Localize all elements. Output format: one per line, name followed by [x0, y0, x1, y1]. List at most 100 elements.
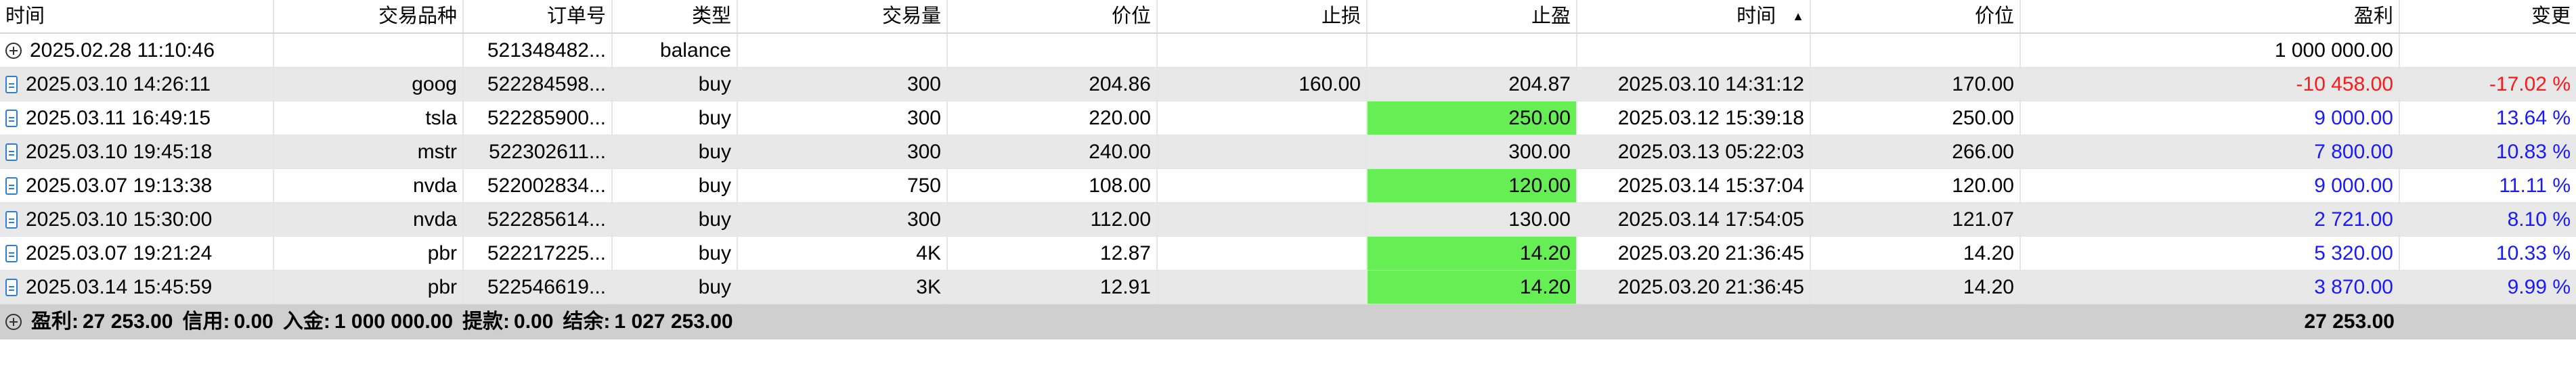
header-close-price[interactable]: 价位 — [1811, 0, 2021, 32]
profit: 9 000.00 — [2021, 101, 2400, 135]
balance-type: balance — [613, 34, 738, 67]
close-time: 2025.03.10 14:31:12 — [1577, 68, 1811, 101]
header-time[interactable]: 时间 — [0, 0, 274, 32]
profit: 7 800.00 — [2021, 135, 2400, 168]
close-time: 2025.03.20 21:36:45 — [1577, 237, 1811, 270]
volume: 3K — [738, 271, 948, 304]
time-cell: 2025.03.10 15:30:00 — [0, 203, 274, 236]
table-row[interactable]: 2025.03.07 19:13:38 nvda 522002834... bu… — [0, 169, 2576, 203]
close-price: 250.00 — [1811, 101, 2021, 135]
open-time: 2025.03.10 19:45:18 — [26, 140, 213, 163]
header-symbol[interactable]: 交易品种 — [274, 0, 464, 32]
time-cell: 2025.03.07 19:13:38 — [0, 169, 274, 202]
open-time: 2025.03.10 15:30:00 — [26, 208, 213, 231]
table-header: 时间 交易品种 订单号 类型 交易量 价位 止损 止盈 时间 ▲ 价位 盈利 变… — [0, 0, 2576, 34]
stop-loss — [1158, 271, 1368, 304]
open-time: 2025.03.14 15:45:59 — [26, 275, 213, 298]
document-icon — [5, 143, 18, 161]
open-price: 112.00 — [948, 203, 1158, 236]
table-row[interactable]: 2025.03.11 16:49:15 tsla 522285900... bu… — [0, 101, 2576, 135]
table-row[interactable]: 2025.03.14 15:45:59 pbr 522546619... buy… — [0, 271, 2576, 304]
order-id: 522284598... — [464, 68, 613, 101]
summary-balance-label: 结余: — [563, 310, 611, 333]
profit: -10 458.00 — [2021, 68, 2400, 101]
order-type: buy — [613, 203, 738, 236]
time-cell: 2025.03.10 14:26:11 — [0, 68, 274, 101]
balance-row[interactable]: 2025.02.28 11:10:46 521348482... balance… — [0, 34, 2576, 68]
order-type: buy — [613, 237, 738, 270]
balance-volume — [738, 34, 948, 67]
header-order[interactable]: 订单号 — [464, 0, 613, 32]
volume: 300 — [738, 68, 948, 101]
summary-withdraw: 0.00 — [514, 310, 554, 333]
order-type: buy — [613, 101, 738, 135]
trade-history-table: 时间 交易品种 订单号 类型 交易量 价位 止损 止盈 时间 ▲ 价位 盈利 变… — [0, 0, 2576, 374]
order-id: 522285614... — [464, 203, 613, 236]
symbol: tsla — [274, 101, 464, 135]
header-stop-loss[interactable]: 止损 — [1158, 0, 1368, 32]
time-cell: 2025.03.07 19:21:24 — [0, 237, 274, 270]
header-change[interactable]: 变更 — [2400, 0, 2576, 32]
change: 10.33 % — [2495, 241, 2571, 264]
close-time: 2025.03.14 15:37:04 — [1577, 169, 1811, 202]
summary-deposit-label: 入金: — [282, 310, 330, 333]
change: 9.99 % — [2507, 275, 2571, 298]
summary-deposit: 1 000 000.00 — [334, 310, 454, 333]
time-cell: 2025.03.14 15:45:59 — [0, 271, 274, 304]
balance-order: 521348482... — [464, 34, 613, 67]
balance-time: 2025.02.28 11:10:46 — [30, 39, 215, 62]
header-profit[interactable]: 盈利 — [2021, 0, 2400, 32]
close-time: 2025.03.14 17:54:05 — [1577, 203, 1811, 236]
open-price: 220.00 — [948, 101, 1158, 135]
balance-price — [948, 34, 1158, 67]
header-volume[interactable]: 交易量 — [738, 0, 948, 32]
volume: 4K — [738, 237, 948, 270]
order-id: 522285900... — [464, 101, 613, 135]
summary-change — [2400, 304, 2576, 340]
stop-loss — [1158, 135, 1368, 168]
sort-ascending-icon: ▲ — [1792, 9, 1804, 23]
table-row[interactable]: 2025.03.10 19:45:18 mstr 522302611... bu… — [0, 135, 2576, 169]
trade-rows: 2025.03.10 14:26:11 goog 522284598... bu… — [0, 68, 2576, 304]
expand-plus-icon[interactable] — [5, 42, 22, 59]
symbol: pbr — [274, 271, 464, 304]
summary-profit: 27 253.00 — [83, 310, 173, 333]
open-time: 2025.03.07 19:13:38 — [26, 174, 213, 197]
close-price: 14.20 — [1811, 237, 2021, 270]
close-price: 266.00 — [1811, 135, 2021, 168]
close-time: 2025.03.20 21:36:45 — [1577, 271, 1811, 304]
table-row[interactable]: 2025.03.10 14:26:11 goog 522284598... bu… — [0, 68, 2576, 101]
close-time: 2025.03.12 15:39:18 — [1577, 101, 1811, 135]
header-price[interactable]: 价位 — [948, 0, 1158, 32]
symbol: mstr — [274, 135, 464, 168]
symbol: nvda — [274, 203, 464, 236]
close-price: 170.00 — [1811, 68, 2021, 101]
expand-plus-icon[interactable] — [5, 314, 22, 330]
order-type: buy — [613, 135, 738, 168]
summary-row[interactable]: 盈利: 27 253.00 信用: 0.00 入金: 1 000 000.00 … — [0, 304, 2576, 340]
stop-loss — [1158, 237, 1368, 270]
close-time: 2025.03.13 05:22:03 — [1577, 135, 1811, 168]
table-row[interactable]: 2025.03.07 19:21:24 pbr 522217225... buy… — [0, 237, 2576, 271]
table-row[interactable]: 2025.03.10 15:30:00 nvda 522285614... bu… — [0, 203, 2576, 237]
profit: 2 721.00 — [2021, 203, 2400, 236]
open-time: 2025.03.11 16:49:15 — [26, 106, 211, 129]
open-price: 240.00 — [948, 135, 1158, 168]
change: -17.02 % — [2489, 72, 2571, 95]
header-type[interactable]: 类型 — [613, 0, 738, 32]
balance-change — [2400, 34, 2576, 67]
open-price: 108.00 — [948, 169, 1158, 202]
stop-loss — [1158, 203, 1368, 236]
time-cell: 2025.03.10 19:45:18 — [0, 135, 274, 168]
take-profit: 14.20 — [1368, 237, 1577, 270]
order-type: buy — [613, 271, 738, 304]
symbol: nvda — [274, 169, 464, 202]
header-take-profit[interactable]: 止盈 — [1368, 0, 1577, 32]
header-close-time[interactable]: 时间 ▲ — [1577, 0, 1811, 32]
order-id: 522302611... — [464, 135, 613, 168]
stop-loss — [1158, 169, 1368, 202]
header-close-time-label: 时间 — [1737, 5, 1776, 27]
document-icon — [5, 278, 18, 296]
summary-text: 盈利: 27 253.00 信用: 0.00 入金: 1 000 000.00 … — [0, 304, 2021, 340]
profit: 9 000.00 — [2021, 169, 2400, 202]
